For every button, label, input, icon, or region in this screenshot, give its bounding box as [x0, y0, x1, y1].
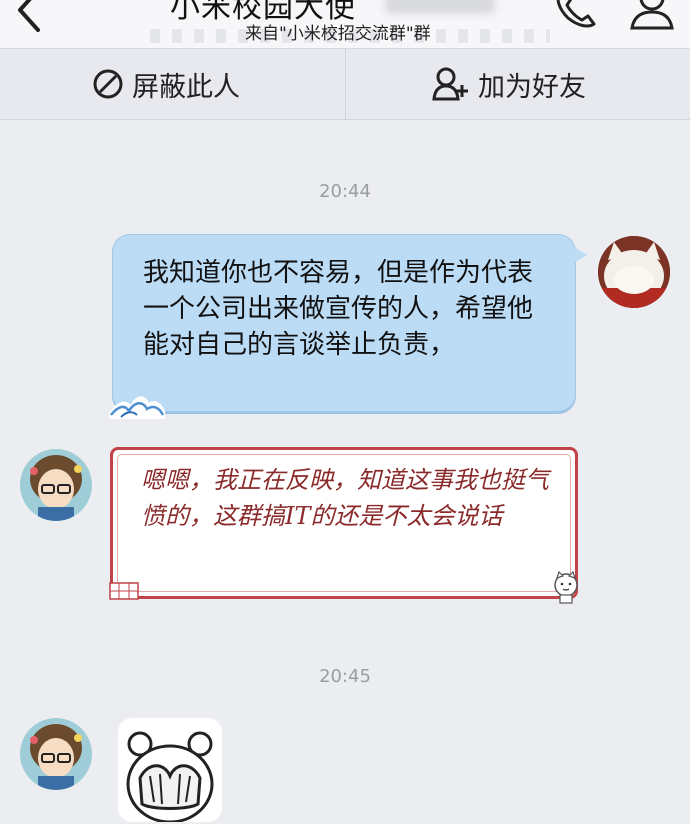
- chat-subtitle: 来自"小米校招交流群"群: [245, 24, 431, 44]
- sender-avatar[interactable]: [20, 449, 92, 521]
- wave-decoration-icon: [109, 396, 165, 419]
- bubble-tail: [574, 247, 587, 263]
- person-icon[interactable]: [628, 0, 676, 30]
- received-message-bubble[interactable]: 嗯嗯，我正在反映，知道这事我也挺气愤的，这群搞IT的还是不太会说话: [109, 447, 578, 604]
- message-text: 嗯嗯，我正在反映，知道这事我也挺气愤的，这群搞IT的还是不太会说话: [141, 466, 549, 530]
- phone-icon[interactable]: [552, 0, 602, 30]
- nav-bar: 小米校园大使 来自"小米校招交流群"群: [0, 0, 690, 49]
- my-avatar[interactable]: [598, 236, 670, 308]
- cat-doodle-icon: [554, 570, 578, 604]
- action-divider: [345, 49, 346, 119]
- block-user-label: 屏蔽此人: [132, 71, 240, 103]
- add-friend-button[interactable]: 加为好友: [432, 49, 586, 119]
- my-message-bubble[interactable]: 我知道你也不容易，但是作为代表一个公司出来做宣传的人，希望他能对自己的言谈举止负…: [109, 234, 587, 419]
- cartoon-avatar-icon: [20, 718, 92, 790]
- back-chevron-icon[interactable]: [10, 0, 50, 38]
- sticker-message[interactable]: [118, 718, 222, 822]
- block-user-button[interactable]: 屏蔽此人: [92, 49, 240, 119]
- timestamp: 20:45: [319, 666, 371, 687]
- timestamp: 20:44: [319, 181, 371, 202]
- add-friend-label: 加为好友: [478, 71, 586, 103]
- cat-avatar-icon: [598, 236, 670, 308]
- blurred-name-region: [385, 0, 495, 14]
- sender-avatar[interactable]: [20, 718, 92, 790]
- keyboard-decoration-icon: [109, 582, 139, 600]
- stranger-action-bar: 屏蔽此人 加为好友: [0, 49, 690, 120]
- message-text: 我知道你也不容易，但是作为代表一个公司出来做宣传的人，希望他能对自己的言谈举止负…: [143, 258, 534, 360]
- facepalm-bear-sticker-icon: [126, 731, 214, 822]
- cartoon-avatar-icon: [20, 449, 92, 521]
- add-friend-icon: [432, 67, 468, 101]
- block-icon: [93, 69, 123, 99]
